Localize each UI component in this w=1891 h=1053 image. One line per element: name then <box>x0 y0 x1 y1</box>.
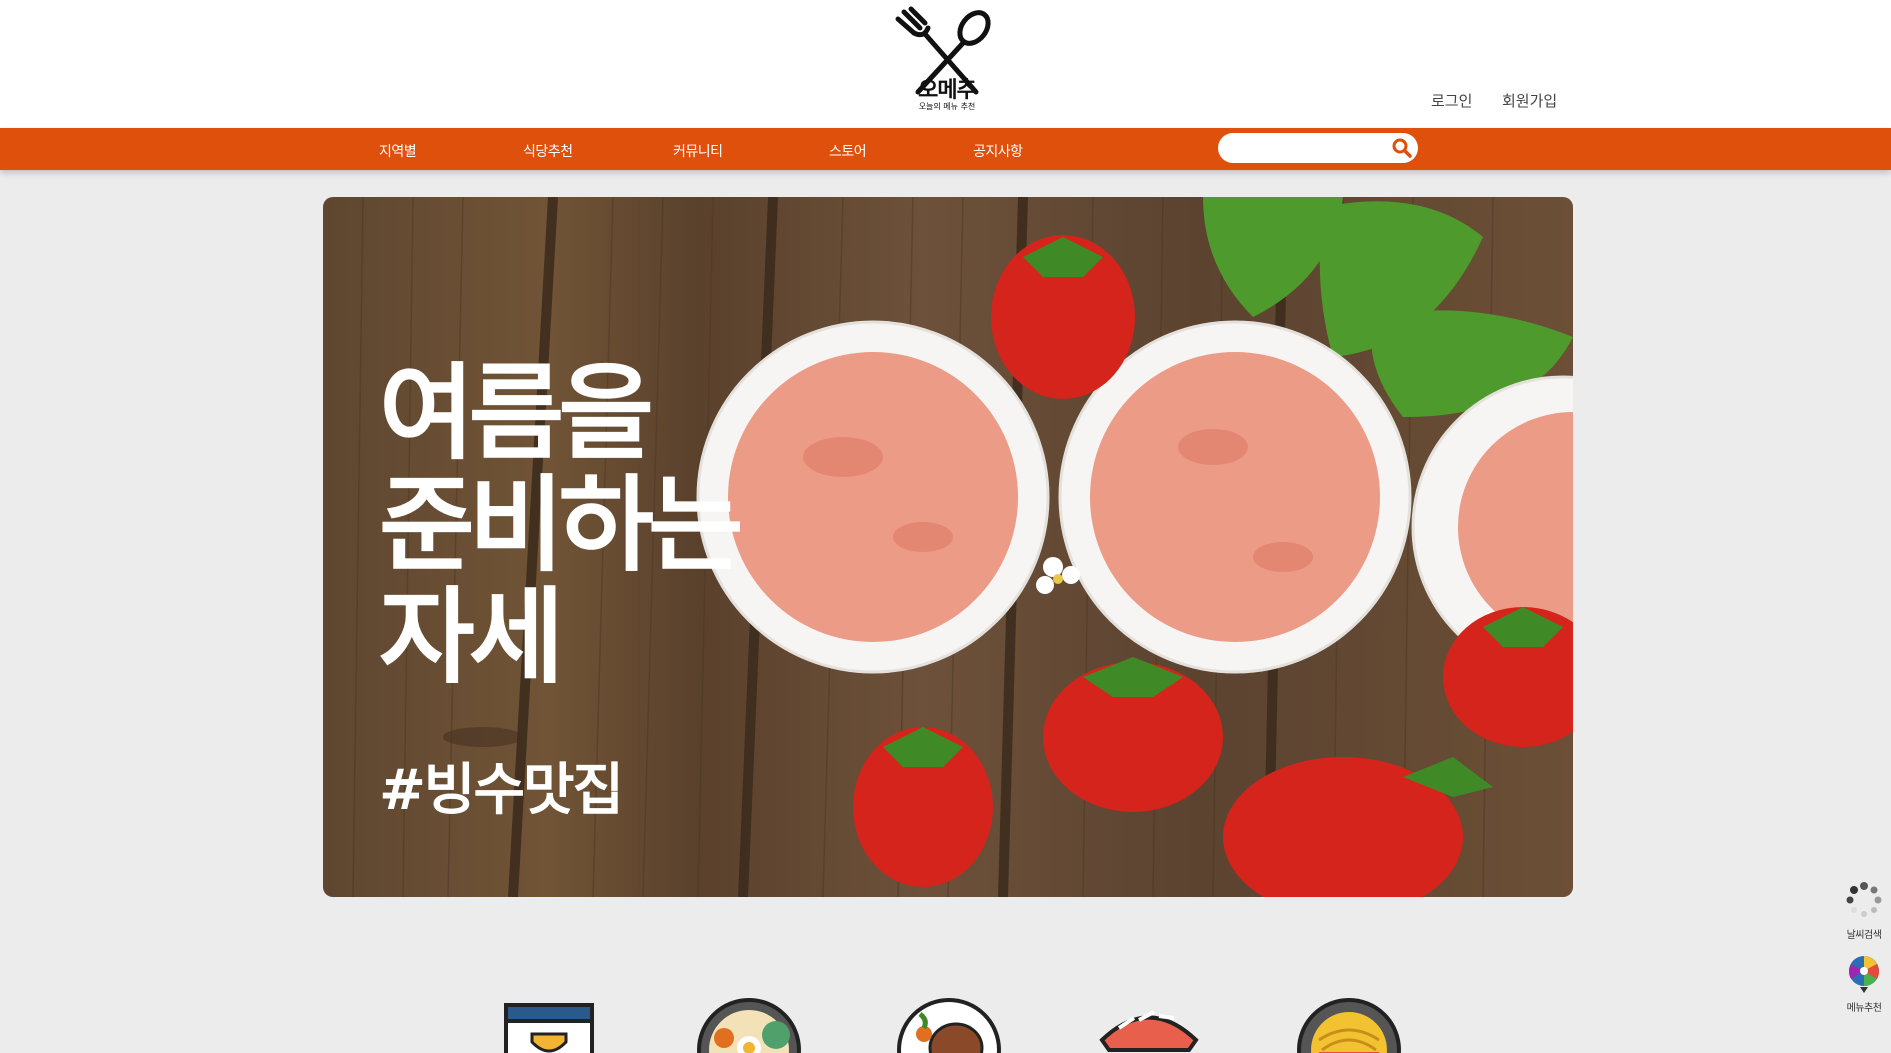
weather-search-label: 날씨검색 <box>1846 930 1882 941</box>
nav-item-store[interactable]: 스토어 <box>829 141 867 161</box>
nav-item-region[interactable]: 지역별 <box>379 141 417 161</box>
banner-line-3: 자세 <box>379 576 564 698</box>
banner-hashtag: #빙수맛집 <box>379 758 624 823</box>
banner-line-1: 여름을 <box>379 352 654 474</box>
category-noodle[interactable] <box>1294 990 1404 1053</box>
main-nav: 지역별 식당추천 커뮤니티 스토어 공지사항 <box>0 128 1891 170</box>
roulette-wheel-icon <box>1848 956 1880 993</box>
search-input[interactable] <box>1232 138 1382 158</box>
nav-item-restaurant[interactable]: 식당추천 <box>523 141 573 161</box>
logo-title: 오메추 <box>918 78 977 103</box>
search-box <box>1218 133 1418 163</box>
login-link[interactable]: 로그인 <box>1431 90 1472 111</box>
steak-icon <box>897 998 1001 1053</box>
sushi-icon <box>1099 1010 1199 1052</box>
bibimbap-icon <box>697 998 801 1053</box>
category-steak[interactable] <box>894 990 1004 1053</box>
nav-item-community[interactable]: 커뮤니티 <box>673 141 723 161</box>
logo[interactable]: 오메추 오늘의 메뉴 추천 <box>894 6 1000 116</box>
menu-recommend-widget[interactable]: 메뉴추천 <box>1844 953 1884 1014</box>
logo-tagline: 오늘의 메뉴 추천 <box>918 102 976 111</box>
weather-search-widget[interactable]: 날씨검색 <box>1844 880 1884 941</box>
nav-item-notice[interactable]: 공지사항 <box>973 141 1023 161</box>
banner-headline: 여름을 준비하는 자세 <box>379 352 744 698</box>
loading-dots-icon <box>1846 882 1882 917</box>
banner-line-2: 준비하는 <box>379 464 744 586</box>
header: 오메추 오늘의 메뉴 추천 로그인 회원가입 <box>0 0 1891 128</box>
category-trophy[interactable] <box>494 990 604 1053</box>
menu-recommend-label: 메뉴추천 <box>1846 1003 1882 1014</box>
signup-link[interactable]: 회원가입 <box>1502 90 1557 111</box>
category-sushi[interactable] <box>1094 990 1204 1053</box>
hero-banner[interactable]: 여름을 준비하는 자세 #빙수맛집 <box>323 197 1573 897</box>
search-icon[interactable] <box>1391 137 1413 159</box>
category-bibimbap[interactable] <box>694 990 804 1053</box>
trophy-icon <box>504 1003 594 1053</box>
noodle-icon <box>1297 998 1401 1053</box>
